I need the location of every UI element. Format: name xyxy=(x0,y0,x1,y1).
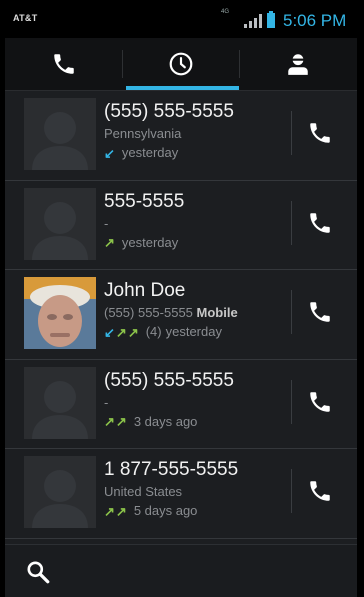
clock-icon xyxy=(169,52,192,76)
carrier-label: AT&T xyxy=(13,13,38,23)
outgoing-call-icon: ↗ xyxy=(115,414,127,429)
bottom-action-bar xyxy=(5,544,357,597)
tab-phone[interactable] xyxy=(5,38,122,90)
tab-contacts[interactable] xyxy=(239,38,356,90)
call-type-icons: ↗ xyxy=(104,236,116,249)
default-avatar xyxy=(24,98,96,170)
phone-icon xyxy=(310,481,330,501)
person-silhouette-icon xyxy=(32,380,88,439)
selected-tab-indicator xyxy=(126,86,239,90)
call-button[interactable] xyxy=(294,463,346,519)
row-divider xyxy=(291,290,292,334)
phone-icon xyxy=(310,391,330,412)
outgoing-call-icon: ↗ xyxy=(104,235,115,250)
call-button[interactable] xyxy=(294,284,346,340)
caller-detail: (555) 555-5555 Mobile xyxy=(104,305,238,320)
call-time: yesterday xyxy=(165,324,222,339)
call-log-screen: AT&T 4G 5:06 PM (555) 555-5555 Pennsylva… xyxy=(5,0,357,597)
call-date-line: ↗ ↗ 3 days ago xyxy=(104,412,284,432)
call-log-item[interactable]: (555) 555-5555 - ↗ ↗ 3 days ago xyxy=(5,360,357,449)
status-bar: AT&T 4G 5:06 PM xyxy=(5,0,357,38)
outgoing-call-icon: ↗ xyxy=(127,324,139,340)
call-button[interactable] xyxy=(294,195,346,251)
call-log-item[interactable]: John Doe (555) 555-5555 Mobile ↙ ↗ ↗ (4)… xyxy=(5,270,357,360)
search-icon xyxy=(27,561,50,584)
call-date-line: ↙ ↗ ↗ (4) yesterday xyxy=(104,322,284,342)
incoming-call-icon: ↙ xyxy=(104,145,115,161)
caller-detail: - xyxy=(104,394,109,410)
contact-photo xyxy=(24,277,96,349)
tab-call-log[interactable] xyxy=(122,38,239,90)
caller-detail: - xyxy=(104,215,109,231)
phone-icon xyxy=(310,302,330,322)
phone-icon xyxy=(310,212,330,233)
tab-bar xyxy=(5,38,357,91)
battery-icon xyxy=(267,11,275,28)
signal-icon xyxy=(244,14,262,28)
call-button[interactable] xyxy=(294,105,346,161)
row-divider xyxy=(291,379,292,424)
caller-name: John Doe xyxy=(104,280,186,301)
call-date-line: ↗ yesterday xyxy=(104,233,284,253)
network-type-label: 4G xyxy=(221,9,230,15)
caller-name: 1 877-555-5555 xyxy=(104,459,239,480)
caller-detail: United States xyxy=(104,484,183,499)
person-silhouette-icon xyxy=(32,470,88,528)
call-type-icons: ↙ xyxy=(104,147,116,160)
caller-name: (555) 555-5555 xyxy=(104,369,234,391)
default-avatar xyxy=(24,456,96,528)
call-time: 3 days ago xyxy=(133,413,198,429)
person-icon xyxy=(287,54,308,75)
call-time: yesterday xyxy=(121,145,179,160)
phone-icon xyxy=(53,54,74,74)
outgoing-call-icon: ↗ xyxy=(104,414,115,429)
row-divider xyxy=(291,200,292,245)
call-type-icons: ↗ ↗ xyxy=(104,505,128,518)
outgoing-call-icon: ↗ xyxy=(115,503,127,519)
clock-label: 5:06 PM xyxy=(283,11,347,30)
phone-icon xyxy=(310,123,330,143)
outgoing-call-icon: ↗ xyxy=(104,503,115,519)
caller-detail: Pennsylvania xyxy=(104,126,182,141)
call-type-icons: ↗ ↗ xyxy=(104,415,128,428)
call-time: 5 days ago xyxy=(133,503,198,518)
person-silhouette-icon xyxy=(32,201,88,260)
default-avatar xyxy=(24,366,96,439)
incoming-call-icon: ↙ xyxy=(104,324,115,340)
call-log-item[interactable]: 1 877-555-5555 United States ↗ ↗ 5 days … xyxy=(5,449,357,539)
call-count: (4) xyxy=(145,324,162,339)
call-log-item[interactable]: 555-5555 - ↗ yesterday xyxy=(5,181,357,270)
default-avatar xyxy=(24,187,96,260)
row-divider xyxy=(291,469,292,513)
call-date-line: ↗ ↗ 5 days ago xyxy=(104,501,284,521)
search-button[interactable] xyxy=(23,557,53,587)
phone-type-label: Mobile xyxy=(196,305,238,320)
outgoing-call-icon: ↗ xyxy=(115,324,127,340)
call-list: (555) 555-5555 Pennsylvania ↙ yesterday xyxy=(5,91,357,539)
call-date-line: ↙ yesterday xyxy=(104,143,284,163)
call-time: yesterday xyxy=(121,234,179,250)
row-divider xyxy=(291,111,292,155)
call-log-item[interactable]: (555) 555-5555 Pennsylvania ↙ yesterday xyxy=(5,91,357,181)
caller-name: (555) 555-5555 xyxy=(104,101,234,122)
contact-photo-image xyxy=(24,277,96,349)
call-type-icons: ↙ ↗ ↗ xyxy=(104,326,140,339)
call-button[interactable] xyxy=(294,374,346,430)
caller-name: 555-5555 xyxy=(104,190,185,212)
person-silhouette-icon xyxy=(32,112,88,170)
